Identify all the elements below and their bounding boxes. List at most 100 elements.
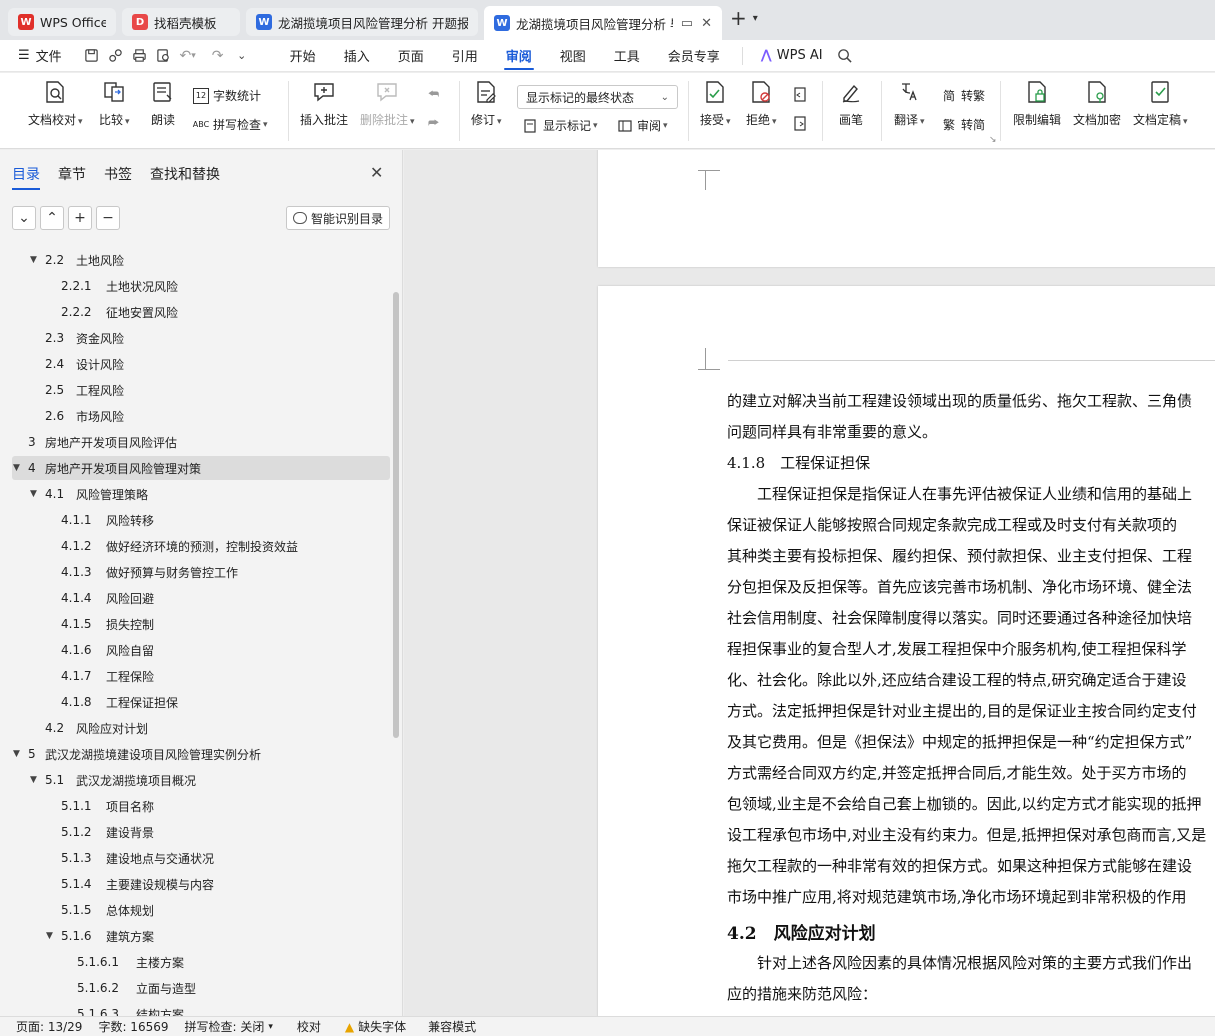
doc-encrypt-button[interactable]: 文档加密 <box>1073 79 1121 128</box>
delete-comment-button[interactable]: 删除批注 ▾ <box>360 79 415 128</box>
sidebar-tab-1[interactable]: 章节 <box>58 164 86 184</box>
previous-change-icon[interactable] <box>792 87 808 103</box>
proof-status[interactable]: 校对 <box>289 1018 329 1035</box>
toc-item[interactable]: 2.4 设计风险 <box>12 352 390 376</box>
toc-item[interactable]: 5.1.1 项目名称 <box>12 794 390 818</box>
menu-item-0[interactable]: 开始 <box>276 40 330 72</box>
print-icon[interactable] <box>128 44 152 68</box>
sidebar-tab-3[interactable]: 查找和替换 <box>150 164 220 184</box>
collapse-all-button[interactable]: ⌃ <box>40 206 64 230</box>
print-preview-icon[interactable] <box>152 44 176 68</box>
toc-item[interactable]: 4.1.2 做好经济环境的预测，控制投资效益 <box>12 534 390 558</box>
expand-all-button[interactable]: ⌄ <box>12 206 36 230</box>
menu-item-3[interactable]: 引用 <box>438 40 492 72</box>
toc-item[interactable]: 2.6 市场风险 <box>12 404 390 428</box>
expand-arrow-icon[interactable]: ▼ <box>30 255 37 265</box>
toc-item[interactable]: 5.1.2 建设背景 <box>12 820 390 844</box>
next-comment-icon[interactable]: ⮫ <box>428 116 439 131</box>
redo-icon[interactable]: ↷ <box>206 44 230 68</box>
expand-arrow-icon[interactable]: ▼ <box>30 489 37 499</box>
toc-item[interactable]: 4.1.3 做好预算与财务管控工作 <box>12 560 390 584</box>
toc-item[interactable]: 5.1.6.3 结构方案 <box>12 1002 390 1016</box>
add-heading-button[interactable]: + <box>68 206 92 230</box>
to-simplified-button[interactable]: 繁 转简 <box>941 116 985 133</box>
sidebar-tab-0[interactable]: 目录 <box>12 164 40 190</box>
toc-item[interactable]: ▼ 5 武汉龙湖揽境建设项目风险管理实例分析 <box>12 742 390 766</box>
markup-state-select[interactable]: 显示标记的最终状态 ⌄ <box>517 85 678 109</box>
chevron-down-icon[interactable]: ⌄ <box>230 44 254 68</box>
track-changes-button[interactable]: 修订 ▾ <box>471 79 502 128</box>
toc-item[interactable]: 4.1.5 损失控制 <box>12 612 390 636</box>
search-icon[interactable] <box>833 44 857 68</box>
menu-item-1[interactable]: 插入 <box>330 40 384 72</box>
toc-item[interactable]: 5.1.6.1 主楼方案 <box>12 950 390 974</box>
spell-check-button[interactable]: ABC 拼写检查 ▾ <box>193 116 268 133</box>
toc-item[interactable]: ▼ 4.1 风险管理策略 <box>12 482 390 506</box>
smart-toc-button[interactable]: 智能识别目录 <box>286 206 390 230</box>
wps-ai-button[interactable]: ⋀ WPS AI <box>751 40 833 72</box>
toc-item[interactable]: ▼ 2.2 土地风险 <box>12 248 390 272</box>
missing-font-status[interactable]: ▲ 缺失字体 <box>337 1018 414 1035</box>
toc-item[interactable]: 4.1.8 工程保证担保 <box>12 690 390 714</box>
doc-check-button[interactable]: 文档校对 ▾ <box>28 79 83 128</box>
toc-item[interactable]: ▼ 5.1.6 建筑方案 <box>12 924 390 948</box>
toc-item[interactable]: 5.1.3 建设地点与交通状况 <box>12 846 390 870</box>
share-link-icon[interactable] <box>104 44 128 68</box>
next-change-icon[interactable] <box>792 116 808 132</box>
word-count-button[interactable]: 12 字数统计 <box>193 87 261 104</box>
menu-item-5[interactable]: 视图 <box>546 40 600 72</box>
expand-arrow-icon[interactable]: ▼ <box>30 775 37 785</box>
remove-heading-button[interactable]: − <box>96 206 120 230</box>
toc-item[interactable]: 2.5 工程风险 <box>12 378 390 402</box>
toc-item[interactable]: 4.1.7 工程保险 <box>12 664 390 688</box>
toc-item[interactable]: ▼ 4 房地产开发项目风险管理对策 <box>12 456 390 480</box>
close-icon[interactable]: ✕ <box>701 16 712 31</box>
page-indicator[interactable]: 页面: 13/29 <box>0 1018 90 1035</box>
save-icon[interactable] <box>80 44 104 68</box>
toc-item[interactable]: 4.2 风险应对计划 <box>12 716 390 740</box>
expand-group-icon[interactable]: ↘ <box>989 135 997 145</box>
toc-item[interactable]: 5.1.5 总体规划 <box>12 898 390 922</box>
review-pane-button[interactable]: 审阅 ▾ <box>617 117 668 134</box>
undo-icon[interactable]: ↶ ▾ <box>176 44 200 68</box>
toc-item[interactable]: 5.1.6.2 立面与造型 <box>12 976 390 1000</box>
menu-item-4[interactable]: 审阅 <box>492 40 546 72</box>
spell-check-status[interactable]: 拼写检查: 关闭 ▾ <box>177 1018 281 1035</box>
tab-3[interactable]: W 龙湖揽境项目风险管理分析 毕 ▭ ✕ <box>484 6 722 40</box>
tab-1[interactable]: D 找稻壳模板 <box>122 8 240 36</box>
menu-item-2[interactable]: 页面 <box>384 40 438 72</box>
translate-button[interactable]: 翻译 ▾ <box>894 79 925 128</box>
toc-item[interactable]: 4.1.4 风险回避 <box>12 586 390 610</box>
insert-comment-button[interactable]: 插入批注 <box>300 79 348 128</box>
expand-arrow-icon[interactable]: ▼ <box>13 749 20 759</box>
expand-arrow-icon[interactable]: ▼ <box>13 463 20 473</box>
toc-item[interactable]: 2.3 资金风险 <box>12 326 390 350</box>
file-menu[interactable]: ☰ 文件 <box>0 40 72 72</box>
toc-item[interactable]: 4.1.1 风险转移 <box>12 508 390 532</box>
menu-item-6[interactable]: 工具 <box>600 40 654 72</box>
show-markup-button[interactable]: 显示标记 ▾ <box>523 117 598 134</box>
accept-button[interactable]: 接受 ▾ <box>700 79 731 128</box>
toc-item[interactable]: ▼ 5.1 武汉龙湖揽境项目概况 <box>12 768 390 792</box>
toc-scrollbar[interactable] <box>393 292 399 738</box>
to-traditional-button[interactable]: 简 转繁 <box>941 87 985 104</box>
toc-item[interactable]: 4.1.6 风险自留 <box>12 638 390 662</box>
word-count-indicator[interactable]: 字数: 16569 <box>90 1018 176 1035</box>
compare-button[interactable]: 比较 ▾ <box>99 79 130 128</box>
read-aloud-button[interactable]: 朗读 <box>150 79 176 128</box>
toc-item[interactable]: 2.2.1 土地状况风险 <box>12 274 390 298</box>
expand-arrow-icon[interactable]: ▼ <box>46 931 53 941</box>
document-canvas[interactable]: 的建立对解决当前工程建设领域出现的质量低劣、拖欠工程款、三角债 问题同样具有非常重… <box>404 150 1215 1016</box>
new-tab-button[interactable]: + ▾ <box>730 6 758 30</box>
toc-item[interactable]: 5.1.4 主要建设规模与内容 <box>12 872 390 896</box>
menu-item-7[interactable]: 会员专享 <box>654 40 734 72</box>
sidebar-tab-2[interactable]: 书签 <box>104 164 132 184</box>
previous-comment-icon[interactable]: ⮪ <box>428 87 439 102</box>
close-icon[interactable]: ✕ <box>370 163 383 182</box>
pen-button[interactable]: 画笔 <box>838 79 864 128</box>
doc-finalize-button[interactable]: 文档定稿 ▾ <box>1133 79 1188 128</box>
reject-button[interactable]: 拒绝 ▾ <box>746 79 777 128</box>
tab-2[interactable]: W 龙湖揽境项目风险管理分析 开题报告 <box>246 8 478 36</box>
restrict-edit-button[interactable]: 限制编辑 <box>1013 79 1061 128</box>
toc-item[interactable]: 3 房地产开发项目风险评估 <box>12 430 390 454</box>
